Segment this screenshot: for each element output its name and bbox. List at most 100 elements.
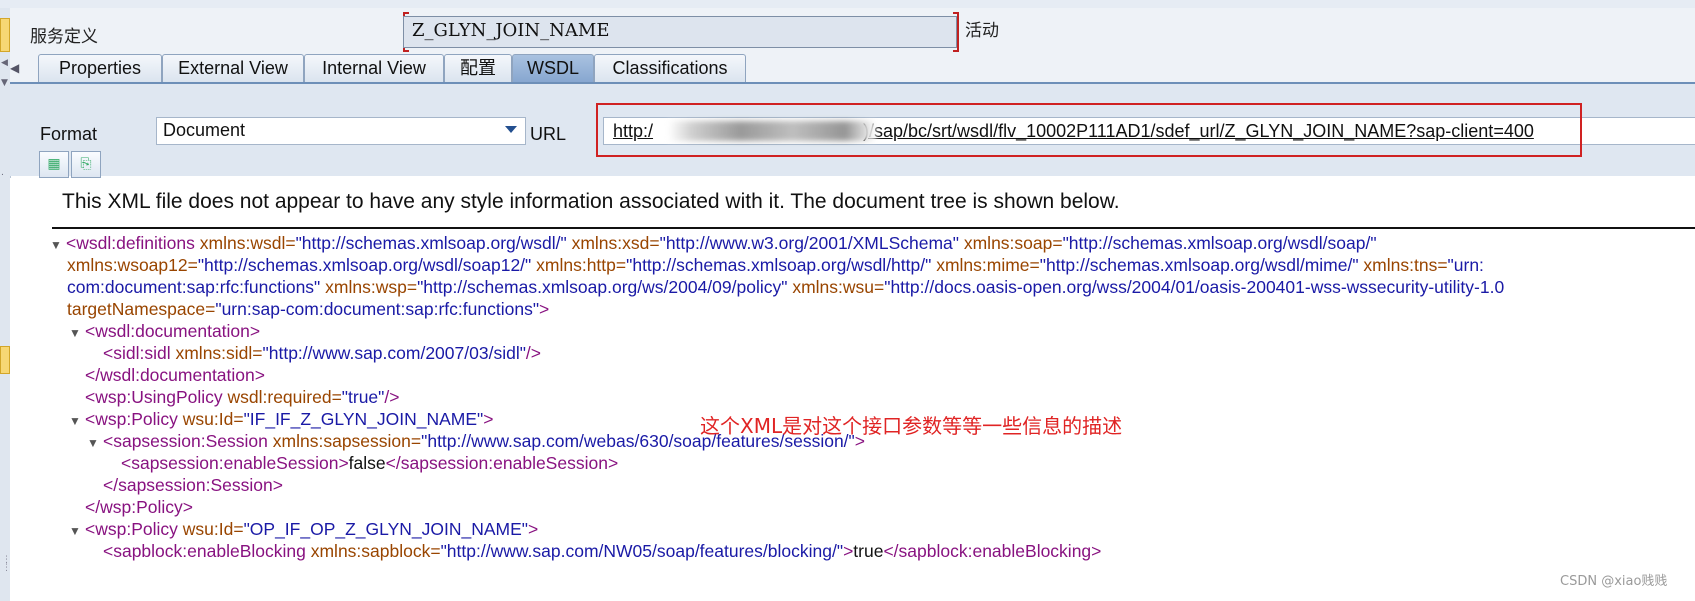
status-label: 活动: [965, 21, 999, 41]
format-select[interactable]: Document: [156, 117, 526, 145]
left-bar-marker-top[interactable]: [0, 18, 10, 52]
tab-wsdl[interactable]: WSDL: [512, 54, 594, 82]
export-icon[interactable]: ⎘: [71, 151, 101, 178]
xml-tag: </wsp:Policy>: [85, 497, 193, 517]
xml-tag: <wsdl:documentation>: [85, 321, 261, 341]
xml-viewer: This XML file does not appear to have an…: [10, 178, 1695, 601]
xml-attr-value: "http://schemas.xmlsoap.org/wsdl/mime/": [1039, 255, 1359, 275]
xml-attr-value: "urn:sap-com:document:sap:rfc:functions": [215, 299, 540, 319]
xml-style-notice: This XML file does not appear to have an…: [62, 190, 1120, 213]
tab-configuration[interactable]: 配置: [444, 54, 512, 82]
collapse-triangle-icon[interactable]: ▼: [87, 432, 103, 454]
xml-line-namespaces-2: xmlns:wsoap12="http://schemas.xmlsoap.or…: [67, 254, 1484, 276]
xml-attr-value: "http://schemas.xmlsoap.org/wsdl/soap12/…: [197, 255, 532, 275]
xml-tag: <sapblock:enableBlocking: [103, 541, 306, 561]
url-label: URL: [530, 124, 567, 144]
xml-line-enable-blocking: <sapblock:enableBlocking xmlns:sapblock=…: [103, 540, 1101, 562]
xml-line-sidl: <sidl:sidl xmlns:sidl="http://www.sap.co…: [103, 342, 541, 364]
xml-attr-name: xmlns:sidl=: [175, 343, 263, 363]
service-name-field[interactable]: Z_GLYN_JOIN_NAME: [403, 16, 957, 48]
xml-tag: <sapsession:enableSession>: [121, 453, 349, 473]
xml-attr-name: wsu:Id=: [182, 409, 244, 429]
xml-attr-value: "OP_IF_OP_Z_GLYN_JOIN_NAME": [243, 519, 528, 539]
xml-tag: <wsdl:definitions: [66, 233, 195, 253]
xml-line-enable-session: <sapsession:enableSession>false</sapsess…: [121, 452, 618, 474]
xml-attr-name: xmlns:xsd=: [571, 233, 660, 253]
collapse-triangle-icon[interactable]: ▼: [69, 410, 85, 432]
xml-attr-name: xmlns:http=: [536, 255, 627, 275]
xml-attr-name: wsdl:required=: [227, 387, 342, 407]
xml-attr-name: xmlns:wsu=: [792, 277, 885, 297]
xml-attr-value: "http://schemas.xmlsoap.org/wsdl/soap/": [1062, 233, 1377, 253]
annotation-text: 这个XML是对这个接口参数等等一些信息的描述: [700, 414, 1123, 438]
xml-attr-name: xmlns:wsdl=: [199, 233, 296, 253]
xml-tag: </sapblock:enableBlocking>: [883, 541, 1102, 561]
xml-tag: >: [483, 409, 494, 429]
grid-icon[interactable]: ▦: [39, 151, 69, 178]
xml-line-target-namespace: targetNamespace="urn:sap-com:document:sa…: [67, 298, 549, 320]
xml-tag: </wsdl:documentation>: [85, 365, 265, 385]
xml-attr-value: "http://schemas.xmlsoap.org/wsdl/": [295, 233, 567, 253]
xml-attr-value: "http://www.w3.org/2001/XMLSchema": [659, 233, 959, 253]
chevron-down-icon[interactable]: [505, 126, 517, 133]
xml-attr-name: xmlns:soap=: [963, 233, 1063, 253]
xml-tag: />: [384, 387, 400, 407]
collapse-triangle-icon[interactable]: ▼: [50, 234, 66, 256]
tab-classifications[interactable]: Classifications: [594, 54, 746, 82]
xml-text: true: [853, 541, 884, 561]
left-arrow-icon-2[interactable]: ▼: [1, 78, 8, 88]
xml-attr-value: com:document:sap:rfc:functions": [67, 277, 321, 297]
xml-tag: <sidl:sidl: [103, 343, 171, 363]
xml-attr-name: xmlns:sapsession=: [272, 431, 422, 451]
notice-divider: [52, 227, 1695, 229]
left-dot-icon: .: [1, 168, 4, 178]
xml-line-documentation-close: </wsdl:documentation>: [85, 364, 265, 386]
xml-attr-value: "IF_IF_Z_GLYN_JOIN_NAME": [243, 409, 484, 429]
xml-tag: >: [528, 519, 539, 539]
xml-tag: >: [843, 541, 854, 561]
tab-bar: ◀ Properties External View Internal View…: [10, 54, 1695, 84]
left-arrow-icon[interactable]: ◀: [1, 58, 8, 68]
xml-tag: </sapsession:enableSession>: [385, 453, 619, 473]
xml-attr-value: "http://www.sap.com/NW05/soap/features/b…: [440, 541, 844, 561]
tab-properties[interactable]: Properties: [38, 54, 162, 82]
xml-line-namespaces-3: com:document:sap:rfc:functions" xmlns:ws…: [67, 276, 1504, 298]
format-label: Format: [40, 124, 98, 144]
xml-tag: <wsp:Policy: [85, 409, 178, 429]
format-select-value: Document: [163, 120, 246, 140]
xml-attr-name: wsu:Id=: [182, 519, 244, 539]
xml-line-policy-if: ▼ <wsp:Policy wsu:Id="IF_IF_Z_GLYN_JOIN_N…: [69, 408, 493, 432]
xml-line-documentation-open: ▼ <wsdl:documentation>: [69, 320, 260, 344]
xml-attr-value: "urn:: [1447, 255, 1484, 275]
xml-tag: />: [525, 343, 542, 363]
collapse-triangle-icon[interactable]: ▼: [69, 520, 85, 542]
collapse-triangle-icon[interactable]: ▼: [69, 322, 85, 344]
url-highlight-box: [596, 103, 1582, 157]
tab-scroll-icon[interactable]: ◀: [10, 54, 19, 82]
tab-internal-view[interactable]: Internal View: [304, 54, 444, 82]
left-bar-marker-bottom[interactable]: [0, 346, 10, 374]
xml-tag: <wsp:UsingPolicy: [85, 387, 223, 407]
xml-line-definitions: ▼ <wsdl:definitions xmlns:wsdl="http://sc…: [50, 232, 1377, 256]
xml-attr-value: "http://www.sap.com/2007/03/sidl": [262, 343, 526, 363]
xml-text: false: [348, 453, 386, 473]
tab-external-view[interactable]: External View: [162, 54, 304, 82]
xml-line-policy-close: </wsp:Policy>: [85, 496, 193, 518]
xml-attr-value: "http://docs.oasis-open.org/wss/2004/01/…: [884, 277, 1505, 297]
highlight-bracket-right: [953, 12, 959, 52]
watermark: CSDN @xiao贱贱: [1560, 574, 1668, 589]
xml-attr-value: "http://schemas.xmlsoap.org/ws/2004/09/p…: [417, 277, 788, 297]
xml-line-using-policy: <wsp:UsingPolicy wsdl:required="true"/>: [85, 386, 399, 408]
service-definition-label: 服务定义: [30, 27, 98, 47]
xml-attr-name: xmlns:mime=: [936, 255, 1040, 275]
xml-attr-name: xmlns:tns=: [1363, 255, 1448, 275]
xml-line-session-close: </sapsession:Session>: [103, 474, 283, 496]
xml-line-policy-op: ▼ <wsp:Policy wsu:Id="OP_IF_OP_Z_GLYN_JOI…: [69, 518, 538, 542]
xml-tag: <sapsession:Session: [103, 431, 268, 451]
xml-attr-value: "true": [341, 387, 385, 407]
xml-tag: </sapsession:Session>: [103, 475, 283, 495]
xml-attr-name: xmlns:wsoap12=: [67, 255, 198, 275]
xml-tag: <wsp:Policy: [85, 519, 178, 539]
xml-attr-name: xmlns:wsp=: [325, 277, 418, 297]
xml-attr-name: targetNamespace=: [67, 299, 216, 319]
